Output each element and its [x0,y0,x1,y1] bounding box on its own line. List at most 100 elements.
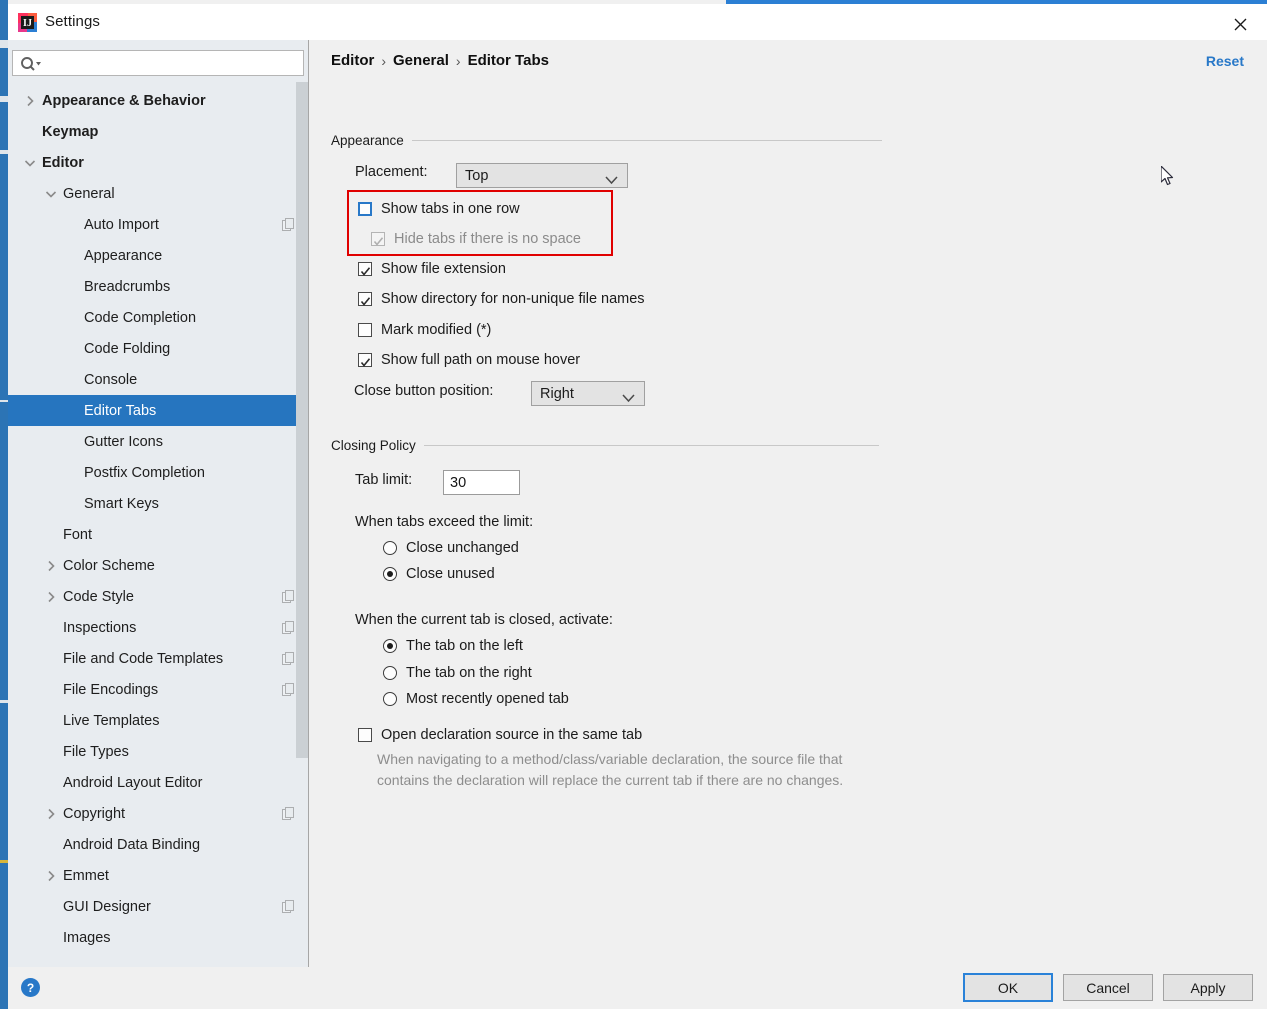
most-recently-opened-radio[interactable] [383,692,397,706]
tab-limit-label: Tab limit: [355,472,413,488]
sidebar-item-file-types[interactable]: File Types [8,736,309,767]
closing-policy-group-label: Closing Policy [331,438,416,453]
tab-on-right-radio[interactable] [383,666,397,680]
checkmark-icon [373,234,384,252]
sidebar-item-gutter-icons[interactable]: Gutter Icons [8,426,309,457]
help-icon[interactable]: ? [20,977,41,998]
open-declaration-option[interactable]: Open declaration source in the same tab [358,727,642,743]
placement-dropdown[interactable]: Top [456,163,628,188]
sidebar-item-postfix-completion[interactable]: Postfix Completion [8,457,309,488]
chevron-right-icon[interactable] [45,559,59,573]
tab-on-right-option[interactable]: The tab on the right [383,665,532,681]
chevron-right-icon[interactable] [45,807,59,821]
close-icon[interactable] [1223,12,1257,36]
close-unused-radio[interactable] [383,567,397,581]
show-file-extension-option[interactable]: Show file extension [358,261,506,277]
sidebar-item-code-style[interactable]: Code Style [8,581,309,612]
close-button-position-dropdown[interactable]: Right [531,381,645,406]
checkmark-icon [360,264,371,282]
chevron-right-icon[interactable] [45,590,59,604]
sidebar-item-breadcrumbs[interactable]: Breadcrumbs [8,271,309,302]
sidebar-item-smart-keys[interactable]: Smart Keys [8,488,309,519]
appearance-group-header: Appearance [331,133,883,148]
sidebar-item-android-data-binding[interactable]: Android Data Binding [8,829,309,860]
checkmark-icon [360,294,371,312]
sidebar-item-keymap[interactable]: Keymap [8,116,309,147]
placement-label: Placement: [355,164,428,180]
copy-settings-icon[interactable] [282,621,295,634]
close-unused-option[interactable]: Close unused [383,566,495,582]
sidebar-item-android-layout-editor[interactable]: Android Layout Editor [8,767,309,798]
chevron-down-icon[interactable] [24,156,38,170]
close-button-position-row: Close button position: [354,383,493,399]
search-box[interactable] [12,50,304,76]
ok-button[interactable]: OK [963,973,1053,1002]
show-tabs-one-row-checkbox[interactable] [358,202,372,216]
sidebar-item-general[interactable]: General [8,178,309,209]
sidebar-item-auto-import[interactable]: Auto Import [8,209,309,240]
sidebar-item-code-folding[interactable]: Code Folding [8,333,309,364]
sidebar-item-label: Breadcrumbs [84,278,171,295]
sidebar-item-appearance-behavior[interactable]: Appearance & Behavior [8,85,309,116]
tab-limit-input[interactable]: 30 [443,470,520,495]
copy-settings-icon[interactable] [282,218,295,231]
sidebar-item-inspections[interactable]: Inspections [8,612,309,643]
sidebar-item-label: Code Completion [84,309,197,326]
cancel-button[interactable]: Cancel [1063,974,1153,1001]
breadcrumb-item-editor[interactable]: Editor [331,52,374,69]
sidebar-scrollbar-thumb[interactable] [296,82,308,758]
copy-settings-icon[interactable] [282,807,295,820]
show-directory-checkbox[interactable] [358,292,372,306]
sidebar-item-live-templates[interactable]: Live Templates [8,705,309,736]
tab-on-left-radio[interactable] [383,639,397,653]
copy-settings-icon[interactable] [282,652,295,665]
copy-settings-icon[interactable] [282,900,295,913]
open-declaration-checkbox[interactable] [358,728,372,742]
show-full-path-checkbox[interactable] [358,353,372,367]
search-input[interactable] [45,54,297,74]
show-tabs-one-row-option[interactable]: Show tabs in one row [358,201,520,217]
mark-modified-option[interactable]: Mark modified (*) [358,322,491,338]
sidebar-item-editor-tabs[interactable]: Editor Tabs [8,395,309,426]
close-unchanged-radio[interactable] [383,541,397,555]
copy-settings-icon[interactable] [282,590,295,603]
sidebar-item-appearance[interactable]: Appearance [8,240,309,271]
sidebar-item-label: Color Scheme [63,557,155,574]
sidebar-item-gui-designer[interactable]: GUI Designer [8,891,309,922]
most-recently-opened-option[interactable]: Most recently opened tab [383,691,569,707]
sidebar-item-font[interactable]: Font [8,519,309,550]
settings-tree[interactable]: Appearance & Behavior Keymap Editor General… [8,85,309,963]
sidebar-item-label: File and Code Templates [63,650,224,667]
sidebar-item-copyright[interactable]: Copyright [8,798,309,829]
sidebar-item-file-and-code-templates[interactable]: File and Code Templates [8,643,309,674]
sidebar-item-file-encodings[interactable]: File Encodings [8,674,309,705]
show-directory-option[interactable]: Show directory for non-unique file names [358,291,645,307]
copy-settings-icon[interactable] [282,683,295,696]
sidebar-item-code-completion[interactable]: Code Completion [8,302,309,333]
chevron-down-icon[interactable] [45,187,59,201]
sidebar-item-color-scheme[interactable]: Color Scheme [8,550,309,581]
sidebar-item-console[interactable]: Console [8,364,309,395]
sidebar-item-editor[interactable]: Editor [8,147,309,178]
show-file-extension-checkbox[interactable] [358,262,372,276]
apply-button[interactable]: Apply [1163,974,1253,1001]
reset-link[interactable]: Reset [1206,53,1244,69]
chevron-right-icon[interactable] [45,869,59,883]
sidebar-item-images[interactable]: Images [8,922,309,953]
sidebar-item-label: Appearance & Behavior [42,92,206,109]
mark-modified-checkbox[interactable] [358,323,372,337]
close-button-position-label: Close button position: [354,383,494,399]
close-unchanged-option[interactable]: Close unchanged [383,540,519,556]
show-full-path-option[interactable]: Show full path on mouse hover [358,352,580,368]
sidebar-item-emmet[interactable]: Emmet [8,860,309,891]
breadcrumb-item-general[interactable]: General [393,52,449,69]
chevron-right-icon[interactable] [24,94,38,108]
tab-on-left-option[interactable]: The tab on the left [383,638,523,654]
sidebar-item-label: Postfix Completion [84,464,205,481]
